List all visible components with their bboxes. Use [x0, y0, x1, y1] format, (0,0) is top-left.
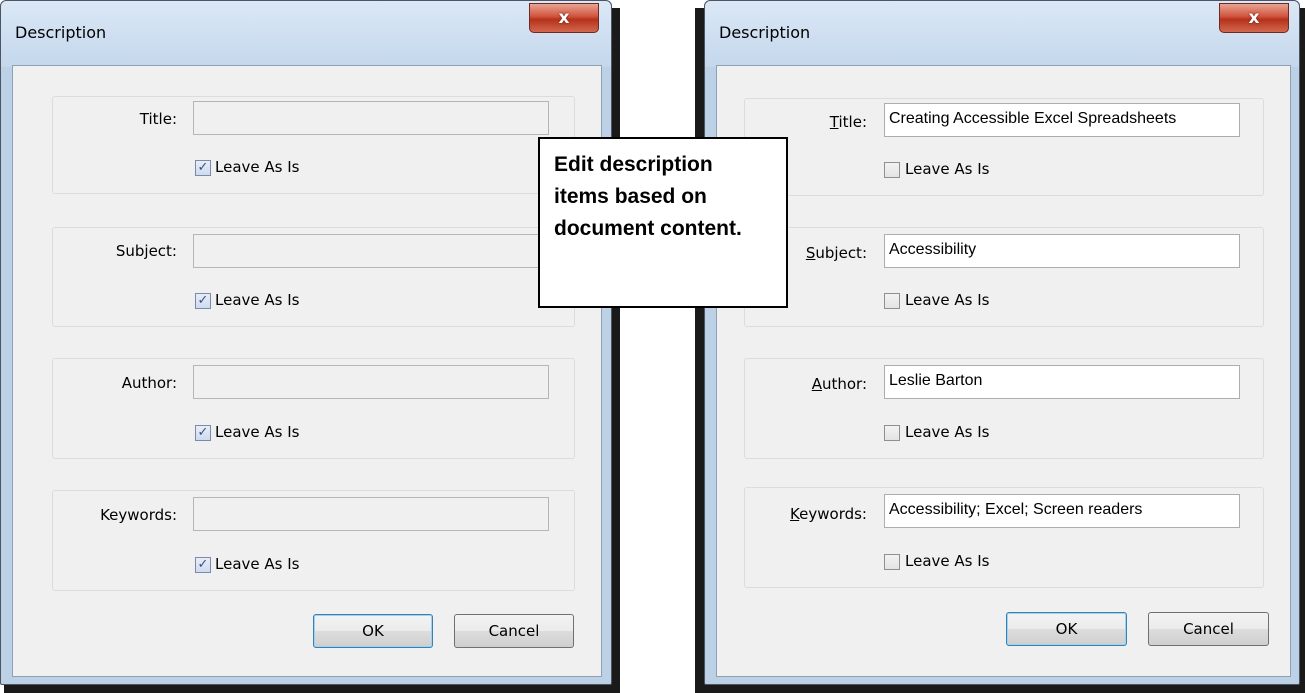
author-group: Author: ✓ Leave As Is [52, 358, 575, 459]
check-icon: ✓ [197, 425, 209, 440]
left-dialog-body: Title: ✓ Leave As Is Subject: ✓ Leave As… [12, 65, 602, 677]
subject-label: Subject: [115, 242, 177, 260]
keywords-label: Keywords: [100, 506, 177, 524]
close-icon: x [1248, 8, 1260, 28]
keywords-group: Keywords: Accessibility; Excel; Screen r… [744, 487, 1264, 588]
author-leave-as-is-checkbox[interactable]: ✓ [195, 425, 211, 441]
cancel-button[interactable]: Cancel [454, 614, 574, 648]
title-leave-as-is-checkbox[interactable] [884, 162, 900, 178]
cancel-button[interactable]: Cancel [1148, 612, 1269, 646]
right-dialog-body: Title: Creating Accessible Excel Spreads… [716, 65, 1291, 677]
author-group: Author: Leslie Barton Leave As Is [744, 358, 1264, 459]
left-title-bar: Description x [1, 1, 611, 67]
title-label: Title: [139, 110, 177, 128]
author-label: Author: [811, 375, 867, 393]
keywords-leave-as-is-label[interactable]: Leave As Is [905, 552, 990, 570]
title-group: Title: ✓ Leave As Is [52, 96, 575, 194]
keywords-leave-as-is-checkbox[interactable]: ✓ [195, 557, 211, 573]
title-field[interactable]: Creating Accessible Excel Spreadsheets [884, 103, 1240, 137]
keywords-field[interactable]: Accessibility; Excel; Screen readers [884, 494, 1240, 528]
callout-box: Edit description items based on document… [538, 137, 788, 308]
author-label: Author: [121, 374, 177, 392]
keywords-field[interactable] [193, 497, 549, 531]
subject-leave-as-is-label[interactable]: Leave As Is [905, 291, 989, 309]
author-field[interactable] [193, 365, 549, 399]
title-leave-as-is-label[interactable]: Leave As Is [215, 158, 299, 176]
subject-leave-as-is-checkbox[interactable] [884, 293, 900, 309]
check-icon: ✓ [197, 160, 209, 175]
right-description-dialog: Description x Title: Creating Accessible… [704, 0, 1300, 685]
author-leave-as-is-label[interactable]: Leave As Is [215, 423, 299, 441]
subject-field[interactable] [193, 234, 549, 268]
title-leave-as-is-checkbox[interactable]: ✓ [195, 160, 211, 176]
check-icon: ✓ [197, 557, 209, 572]
title-label: Title: [829, 113, 867, 131]
subject-field[interactable]: Accessibility [884, 234, 1240, 268]
dialog-title: Description [719, 23, 811, 42]
title-leave-as-is-label[interactable]: Leave As Is [905, 160, 989, 178]
check-icon: ✓ [197, 293, 209, 308]
author-leave-as-is-checkbox[interactable] [884, 425, 900, 441]
author-leave-as-is-label[interactable]: Leave As Is [905, 423, 990, 441]
dialog-title: Description [15, 23, 107, 42]
close-button[interactable]: x [529, 3, 599, 33]
ok-button[interactable]: OK [1006, 612, 1127, 646]
keywords-leave-as-is-checkbox[interactable] [884, 554, 900, 570]
title-field[interactable] [193, 101, 549, 135]
close-icon: x [558, 8, 570, 28]
title-group: Title: Creating Accessible Excel Spreads… [744, 98, 1264, 196]
keywords-leave-as-is-label[interactable]: Leave As Is [215, 555, 299, 573]
subject-group: Subject: ✓ Leave As Is [52, 227, 575, 327]
subject-leave-as-is-checkbox[interactable]: ✓ [195, 293, 211, 309]
ok-button[interactable]: OK [313, 614, 433, 648]
author-field[interactable]: Leslie Barton [884, 365, 1240, 399]
right-title-bar: Description x [705, 1, 1299, 67]
keywords-label: Keywords: [790, 505, 867, 523]
left-description-dialog: Description x Title: ✓ Leave As Is Subje… [0, 0, 612, 685]
keywords-group: Keywords: ✓ Leave As Is [52, 490, 575, 591]
subject-group: Subject: Accessibility Leave As Is [744, 227, 1264, 327]
close-button[interactable]: x [1219, 3, 1289, 33]
subject-leave-as-is-label[interactable]: Leave As Is [215, 291, 299, 309]
